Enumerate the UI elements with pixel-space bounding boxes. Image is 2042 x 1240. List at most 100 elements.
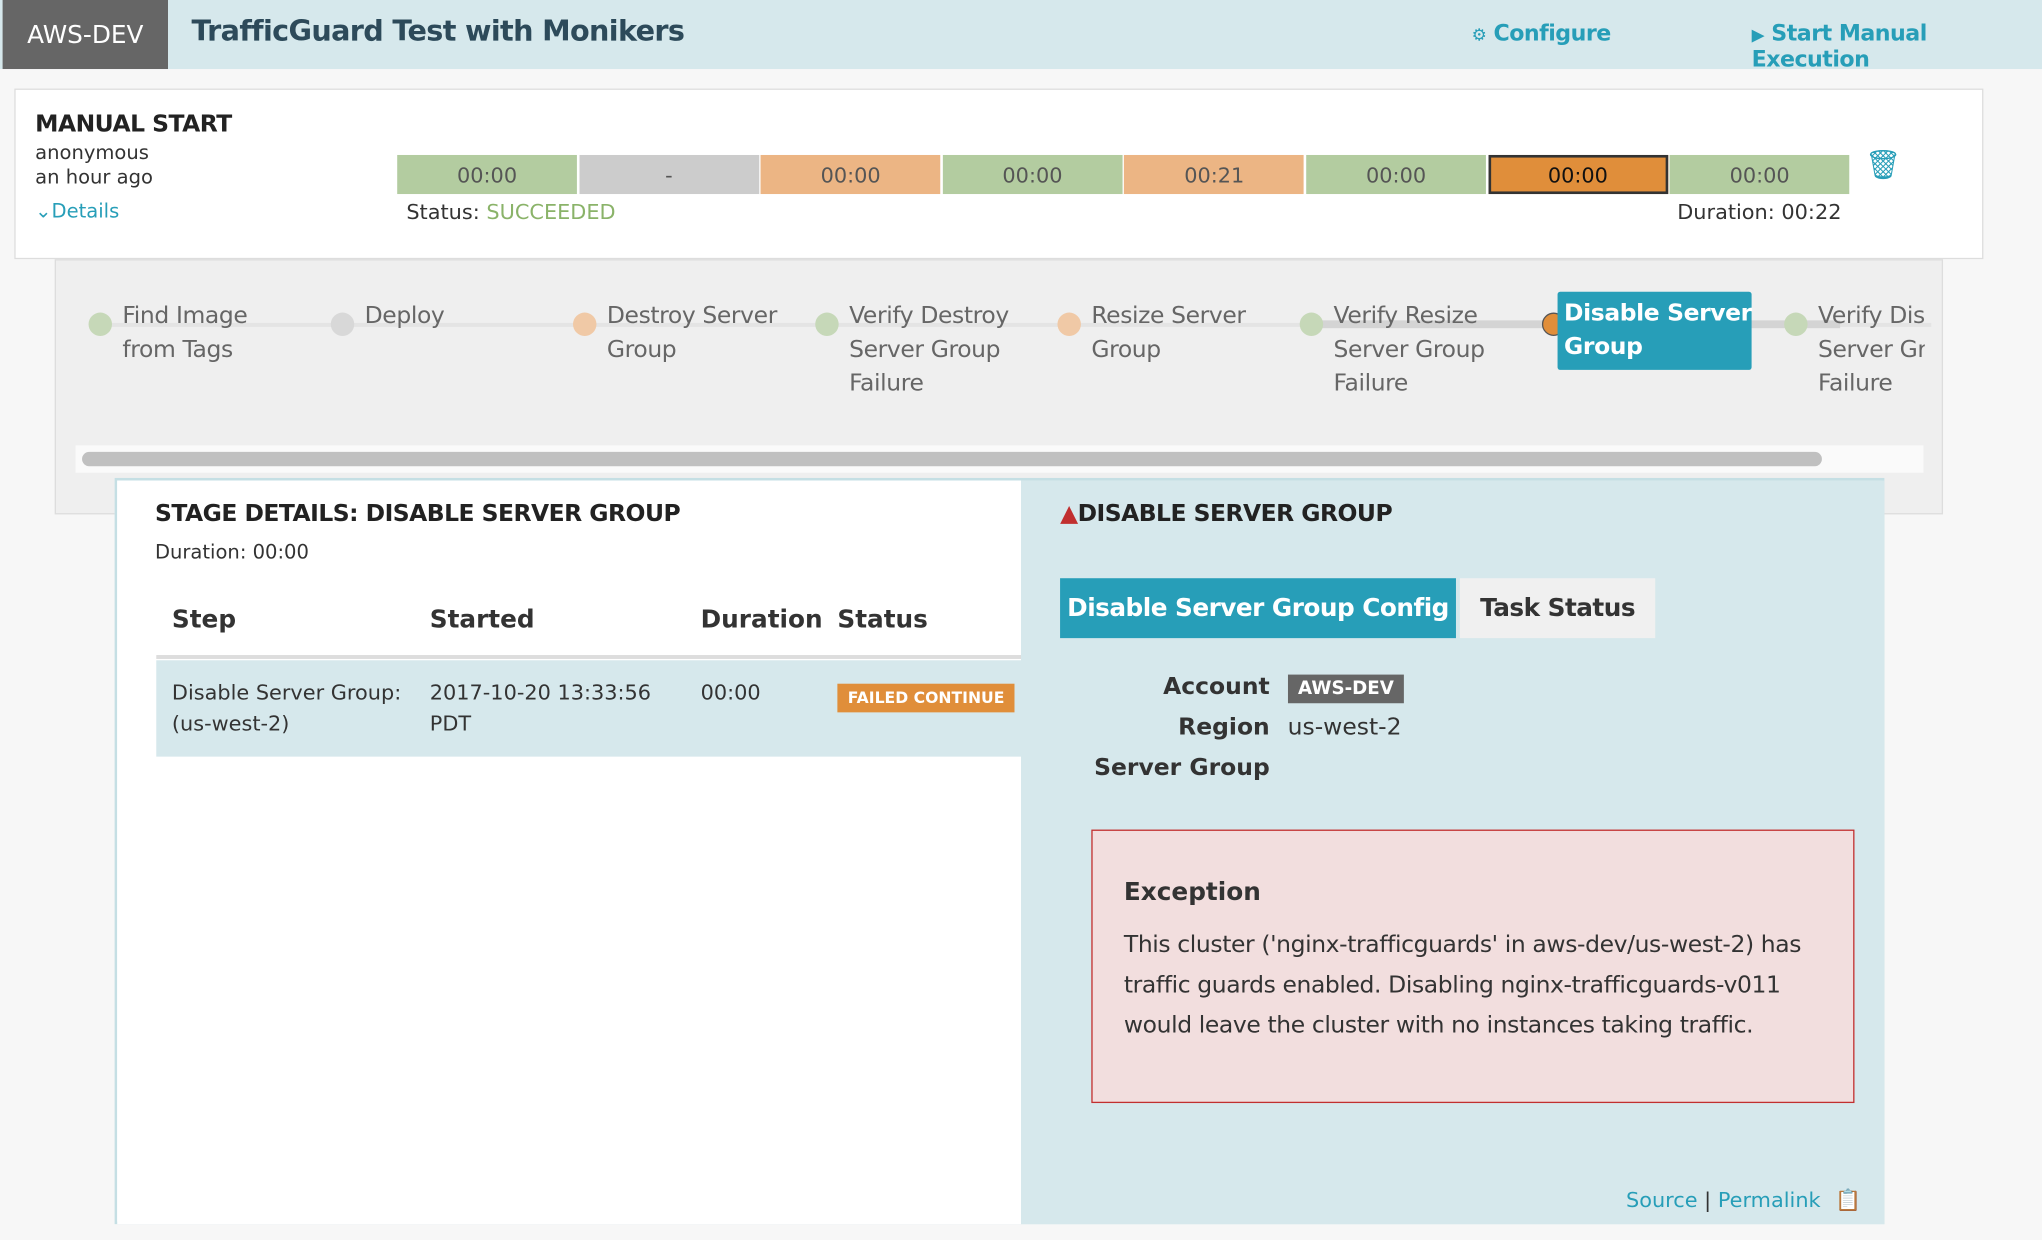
stage-label[interactable]: Disable Server Group	[1557, 291, 1752, 370]
stage-label-line: Deploy	[364, 302, 445, 330]
status-value: SUCCEEDED	[486, 199, 616, 224]
stage-details-title: STAGE DETAILS: DISABLE SERVER GROUP	[154, 500, 681, 528]
step-name: Disable Server Group:	[171, 679, 402, 705]
stage-label-line: Failure	[849, 369, 924, 398]
stage-label[interactable]: Verify Dis Server Gr Failure	[1818, 300, 1925, 402]
stage-label[interactable]: Verify Destroy Server Group Failure	[849, 300, 1009, 402]
horizontal-scrollbar[interactable]	[75, 445, 1924, 473]
server-group-label: Server Group	[1094, 754, 1270, 782]
permalink-link[interactable]: Permalink	[1718, 1188, 1821, 1213]
stage-label-line: Verify Resize	[1333, 302, 1478, 330]
stage-label-line: Destroy Server	[606, 302, 777, 330]
stage-label-line: Resize Server	[1091, 302, 1246, 330]
execution-card: MANUAL START anonymous an hour ago ⌄Deta…	[14, 88, 1984, 260]
col-status: Status	[837, 605, 928, 635]
stage-label-line: Disable Server	[1564, 299, 1752, 327]
stage-bar-segment[interactable]: 00:00	[1306, 154, 1486, 195]
task-details: ▲DISABLE SERVER GROUP Disable Server Gro…	[1021, 480, 1885, 1225]
details-label: Details	[51, 199, 120, 223]
stage-node[interactable]	[1299, 312, 1324, 336]
account-value: AWS-DEV	[1287, 674, 1405, 704]
stage-details-panel: STAGE DETAILS: DISABLE SERVER GROUP Dura…	[114, 477, 1885, 1225]
account-label: Account	[1163, 673, 1270, 701]
execution-status: Status: SUCCEEDED	[406, 199, 615, 224]
exception-message: This cluster ('nginx-trafficguards' in a…	[1123, 931, 1802, 1040]
stage-bar-segment[interactable]: 00:00	[1487, 154, 1668, 195]
col-step: Step	[171, 605, 237, 635]
server-group-row: Server Group	[1061, 754, 1270, 782]
stage-bar-segment[interactable]: -	[578, 154, 759, 195]
stage-bar-segment[interactable]: 00:00	[760, 154, 941, 195]
account-row: Account AWS-DEV	[1061, 673, 1405, 704]
stage-bar-segment[interactable]: 00:00	[1669, 154, 1850, 195]
task-title-text: DISABLE SERVER GROUP	[1077, 500, 1393, 528]
stage-label[interactable]: Resize Server Group	[1091, 300, 1246, 368]
stage-label[interactable]: Verify Resize Server Group Failure	[1334, 300, 1485, 402]
started-date: 2017-10-20 13:33:56	[429, 679, 652, 705]
stage-node[interactable]	[1784, 312, 1808, 336]
tab-task-status[interactable]: Task Status	[1459, 578, 1656, 639]
gear-icon: ⚙	[1471, 26, 1487, 46]
region-row: Region us-west-2	[1061, 714, 1401, 741]
started-tz: PDT	[429, 711, 472, 736]
trigger-user: anonymous	[35, 140, 149, 165]
col-duration: Duration	[700, 605, 823, 635]
pipeline-title: TrafficGuard Test with Monikers	[191, 15, 685, 49]
status-cell: FAILED CONTINUE	[837, 681, 1015, 714]
exception-box: Exception This cluster ('nginx-trafficgu…	[1091, 829, 1855, 1104]
scrollbar-thumb[interactable]	[82, 451, 1822, 467]
status-label: Status:	[406, 199, 480, 224]
stage-label-line: Verify Destroy	[849, 302, 1009, 330]
stage-label-line: Find Image	[122, 302, 248, 330]
stage-label[interactable]: Find Image from Tags	[122, 300, 247, 368]
header: AWS-DEV TrafficGuard Test with Monikers …	[0, 0, 2042, 73]
stage-node[interactable]	[330, 312, 355, 336]
stage-label-line: Failure	[1818, 369, 1893, 398]
execution-duration: Duration: 00:22	[1677, 199, 1842, 224]
pipeline-graph: Find Image from Tags Deploy Destroy Server G…	[54, 259, 1944, 515]
table-row[interactable]: Disable Server Group: (us-west-2) 2017-10…	[156, 660, 1022, 757]
stage-node[interactable]	[1057, 312, 1081, 336]
footer-links: Source | Permalink 📋	[1625, 1187, 1861, 1213]
region-value: us-west-2	[1287, 713, 1402, 742]
configure-label: Configure	[1493, 20, 1611, 47]
stage-label-line: Verify Dis	[1818, 302, 1925, 330]
stage-label[interactable]: Destroy Server Group	[607, 300, 777, 368]
chevron-down-icon: ⌄	[35, 199, 52, 223]
stage-node[interactable]	[815, 312, 839, 336]
account-badge: AWS-DEV	[2, 0, 168, 70]
stage-node[interactable]	[573, 312, 597, 336]
details-toggle[interactable]: ⌄Details	[35, 199, 119, 222]
trigger-time: an hour ago	[35, 165, 153, 189]
stage-bar-segment[interactable]: 00:00	[942, 154, 1123, 195]
warning-icon: ▲	[1060, 500, 1078, 528]
start-manual-execution-link[interactable]: ▶ Start Manual Execution	[1752, 21, 2042, 73]
start-label: Start Manual Execution	[1751, 20, 1928, 73]
duration-cell: 00:00	[700, 679, 761, 705]
stage-label-line: Failure	[1333, 369, 1409, 398]
tab-config[interactable]: Disable Server Group Config	[1060, 578, 1456, 639]
source-link[interactable]: Source	[1626, 1188, 1698, 1213]
stage-label-line: Server Group	[849, 335, 1001, 364]
stage-node[interactable]	[88, 312, 112, 336]
task-title: ▲DISABLE SERVER GROUP	[1060, 500, 1393, 528]
stage-bar-segment[interactable]: 00:00	[397, 154, 577, 195]
stage-label-line: Group	[1091, 335, 1161, 364]
step-region: (us-west-2)	[171, 711, 290, 736]
col-started: Started	[429, 605, 535, 635]
play-icon: ▶	[1751, 26, 1765, 46]
steps-table-header: Step Started Duration Status	[156, 590, 1022, 659]
stage-label-line: Group	[606, 335, 677, 364]
clipboard-icon[interactable]: 📋	[1835, 1188, 1861, 1213]
configure-link[interactable]: ⚙ Configure	[1471, 20, 1612, 47]
stage-label-line: from Tags	[122, 335, 233, 364]
stage-duration: Duration: 00:00	[154, 540, 309, 564]
step-cell: Disable Server Group: (us-west-2)	[172, 677, 401, 740]
stage-label-line: Server Group	[1333, 335, 1485, 364]
started-cell: 2017-10-20 13:33:56 PDT	[430, 677, 651, 740]
exception-title: Exception	[1123, 877, 1261, 907]
trash-icon[interactable]: 🗑	[1865, 150, 1901, 183]
stage-bar-segment[interactable]: 00:21	[1124, 154, 1305, 195]
stage-label-line: Group	[1564, 333, 1643, 361]
stage-label[interactable]: Deploy	[365, 300, 445, 334]
